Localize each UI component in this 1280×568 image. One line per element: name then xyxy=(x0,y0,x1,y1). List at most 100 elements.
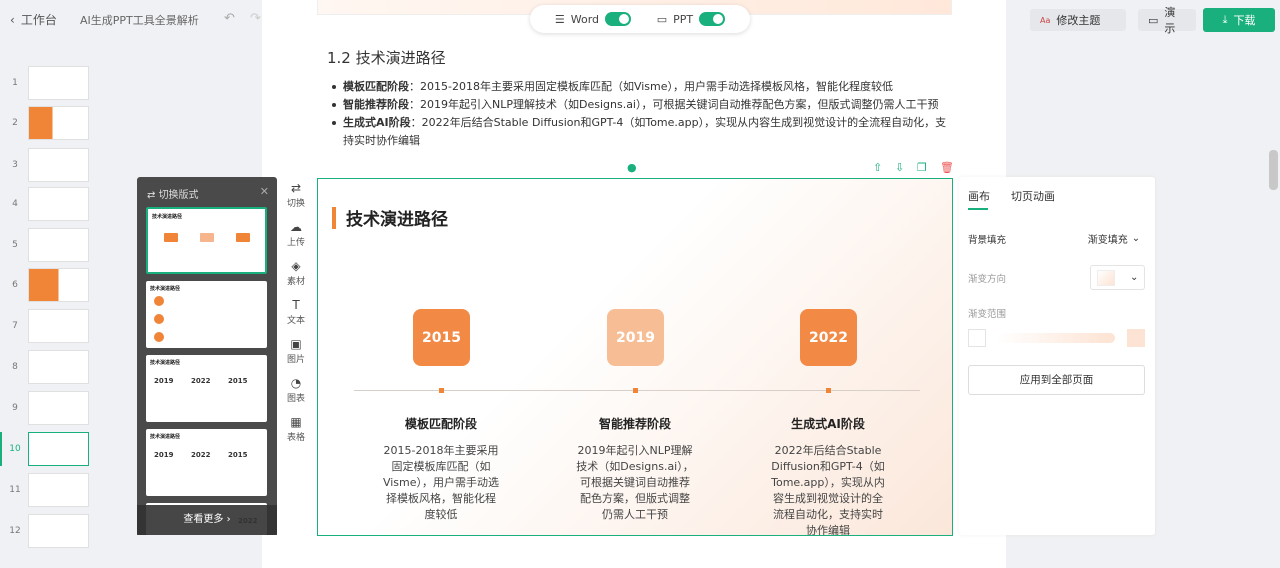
gradient-direction-label: 渐变方向 xyxy=(968,274,1007,285)
thumbnail-preview xyxy=(28,187,89,221)
chart-icon: ◔ xyxy=(290,376,302,390)
slide-thumbnail[interactable]: 12 xyxy=(0,514,100,550)
layout-card[interactable]: 技术演进路径 xyxy=(146,281,267,348)
ppt-switch[interactable] xyxy=(699,12,726,26)
layout-card[interactable]: 技术演进路径 2019 2022 2015 xyxy=(146,429,267,496)
word-toggle[interactable]: ☰ Word xyxy=(555,12,632,26)
layout-panel-title: ⇄ 切换版式 xyxy=(147,190,199,201)
stage-name: 模板匹配阶段 xyxy=(404,417,477,431)
bullet-list: 模板匹配阶段：2015-2018年主要采用固定模板库匹配（如Visme），用户需… xyxy=(331,78,951,150)
tool-label: 图片 xyxy=(286,355,305,365)
gradient-preview xyxy=(1096,269,1115,286)
slide-thumbnail[interactable]: 10 xyxy=(0,432,100,468)
layout-switch-panel: ⇄ 切换版式 ✕ 技术演进路径 技术演进路径 技术演进路径 2019 2022 … xyxy=(137,177,277,535)
slide-thumbnail[interactable]: 4 xyxy=(0,187,100,223)
tool-upload-cloud[interactable]: ☁ 上传 xyxy=(282,216,310,255)
tool-label: 表格 xyxy=(286,433,305,443)
year-box: 2022 xyxy=(800,309,857,366)
stage-description: 2019年起引入NLP理解技术（如Designs.ai），可根据关键词自动推荐配… xyxy=(576,444,694,521)
gradient-range-label: 渐变范围 xyxy=(968,309,1007,320)
thumbnail-number: 4 xyxy=(12,199,18,209)
play-icon[interactable]: ● xyxy=(627,161,637,174)
thumbnail-number: 6 xyxy=(12,280,18,290)
slide-thumbnail[interactable]: 11 xyxy=(0,473,100,509)
stage-name: 生成式AI阶段 xyxy=(791,417,865,431)
delete-icon[interactable]: 🗑 xyxy=(940,161,954,174)
slide-thumbnail[interactable]: 3 xyxy=(0,148,100,184)
tool-layers[interactable]: ◈ 素材 xyxy=(282,255,310,294)
scrollbar[interactable] xyxy=(1269,150,1278,190)
word-switch[interactable] xyxy=(605,12,632,26)
see-more-button[interactable]: 查看更多 › xyxy=(137,505,277,535)
thumbnail-number: 1 xyxy=(12,78,18,88)
tool-label: 切换 xyxy=(286,199,305,209)
thumbnail-preview xyxy=(28,228,89,262)
close-icon[interactable]: ✕ xyxy=(260,185,269,198)
slide-thumbnails: 1 2 3 4 5 6 7 8 9 10 11 12 xyxy=(0,62,100,568)
bullet-item: 模板匹配阶段：2015-2018年主要采用固定模板库匹配（如Visme），用户需… xyxy=(331,78,951,96)
download-button[interactable]: ⤓ 下载 xyxy=(1203,8,1275,32)
layout-card[interactable]: 技术演进路径 xyxy=(146,207,267,274)
document-title[interactable]: AI生成PPT工具全景解析 xyxy=(80,12,199,28)
slide-thumbnail[interactable]: 7 xyxy=(0,309,100,345)
thumbnail-number: 9 xyxy=(12,403,18,413)
bg-fill-select[interactable]: 渐变填充 ⌄ xyxy=(1083,227,1145,249)
tab-page-animation[interactable]: 切页动画 xyxy=(1011,188,1055,204)
chevron-down-icon: ⌄ xyxy=(1129,272,1139,283)
copy-icon[interactable]: ❐ xyxy=(917,161,927,174)
tool-text[interactable]: T 文本 xyxy=(282,294,310,333)
tab-canvas[interactable]: 画布 xyxy=(968,188,990,210)
tool-chart[interactable]: ◔ 图表 xyxy=(282,372,310,411)
timeline-dot xyxy=(633,388,638,393)
thumbnail-preview xyxy=(28,268,89,302)
slide-thumbnail[interactable]: 8 xyxy=(0,350,100,386)
thumbnail-preview xyxy=(28,66,89,100)
tool-label: 上传 xyxy=(286,238,305,248)
stage-name: 智能推荐阶段 xyxy=(598,417,671,431)
tool-label: 文本 xyxy=(286,316,305,326)
thumbnail-preview xyxy=(28,106,89,140)
thumbnail-number: 11 xyxy=(9,485,21,495)
layout-card[interactable]: 技术演进路径 2019 2022 2015 xyxy=(146,355,267,422)
gradient-direction-select[interactable]: ⌄ xyxy=(1090,265,1145,290)
ppt-toggle[interactable]: ▭ PPT xyxy=(657,12,726,26)
tool-swap[interactable]: ⇄ 切换 xyxy=(282,177,310,216)
gradient-range-slider[interactable] xyxy=(997,333,1115,343)
thumbnail-number: 5 xyxy=(12,240,18,250)
text-icon: T xyxy=(292,298,300,312)
thumbnail-number: 2 xyxy=(12,118,18,128)
image-icon: ▣ xyxy=(290,337,302,351)
present-button[interactable]: ▭ 演示 xyxy=(1138,6,1196,35)
timeline-dot xyxy=(439,388,444,393)
tool-image[interactable]: ▣ 图片 xyxy=(282,333,310,372)
slide-canvas[interactable]: 技术演进路径 2015 2019 2022 模板匹配阶段 智能推荐阶段 生成式A… xyxy=(317,178,953,536)
chevron-down-icon: ⌄ xyxy=(1131,232,1141,244)
thumbnail-preview xyxy=(28,432,89,466)
gradient-start-color[interactable] xyxy=(968,329,986,347)
apply-all-button[interactable]: 应用到全部页面 xyxy=(968,365,1145,395)
back-button[interactable]: ‹ 工作台 xyxy=(10,11,57,28)
slide-thumbnail[interactable]: 2 xyxy=(0,106,100,142)
theme-button[interactable]: Aa 修改主题 xyxy=(1030,9,1126,31)
slide-thumbnail[interactable]: 9 xyxy=(0,391,100,427)
slide-thumbnail[interactable]: 5 xyxy=(0,228,100,264)
slide-thumbnail[interactable]: 1 xyxy=(0,66,100,102)
thumbnail-preview xyxy=(28,514,89,548)
upload-cloud-icon: ☁ xyxy=(290,220,302,234)
bullet-item: 智能推荐阶段：2019年起引入NLP理解技术（如Designs.ai），可根据关… xyxy=(331,96,951,114)
slide-thumbnail[interactable]: 6 xyxy=(0,268,100,304)
gradient-end-color[interactable] xyxy=(1127,329,1145,347)
view-toggles: ☰ Word ▭ PPT xyxy=(530,5,750,33)
thumbnail-preview xyxy=(28,350,89,384)
move-up-icon[interactable]: ⇧ xyxy=(873,161,882,174)
move-down-icon[interactable]: ⇩ xyxy=(895,161,904,174)
thumbnail-preview xyxy=(28,391,89,425)
thumbnail-preview xyxy=(28,473,89,507)
active-indicator xyxy=(0,432,2,466)
year-box: 2019 xyxy=(607,309,664,366)
undo-icon[interactable]: ↶ xyxy=(224,11,235,26)
swap-icon: ⇄ xyxy=(290,181,302,195)
tool-table[interactable]: ▦ 表格 xyxy=(282,411,310,450)
thumbnail-number: 3 xyxy=(12,160,18,170)
redo-icon[interactable]: ↷ xyxy=(250,11,261,26)
